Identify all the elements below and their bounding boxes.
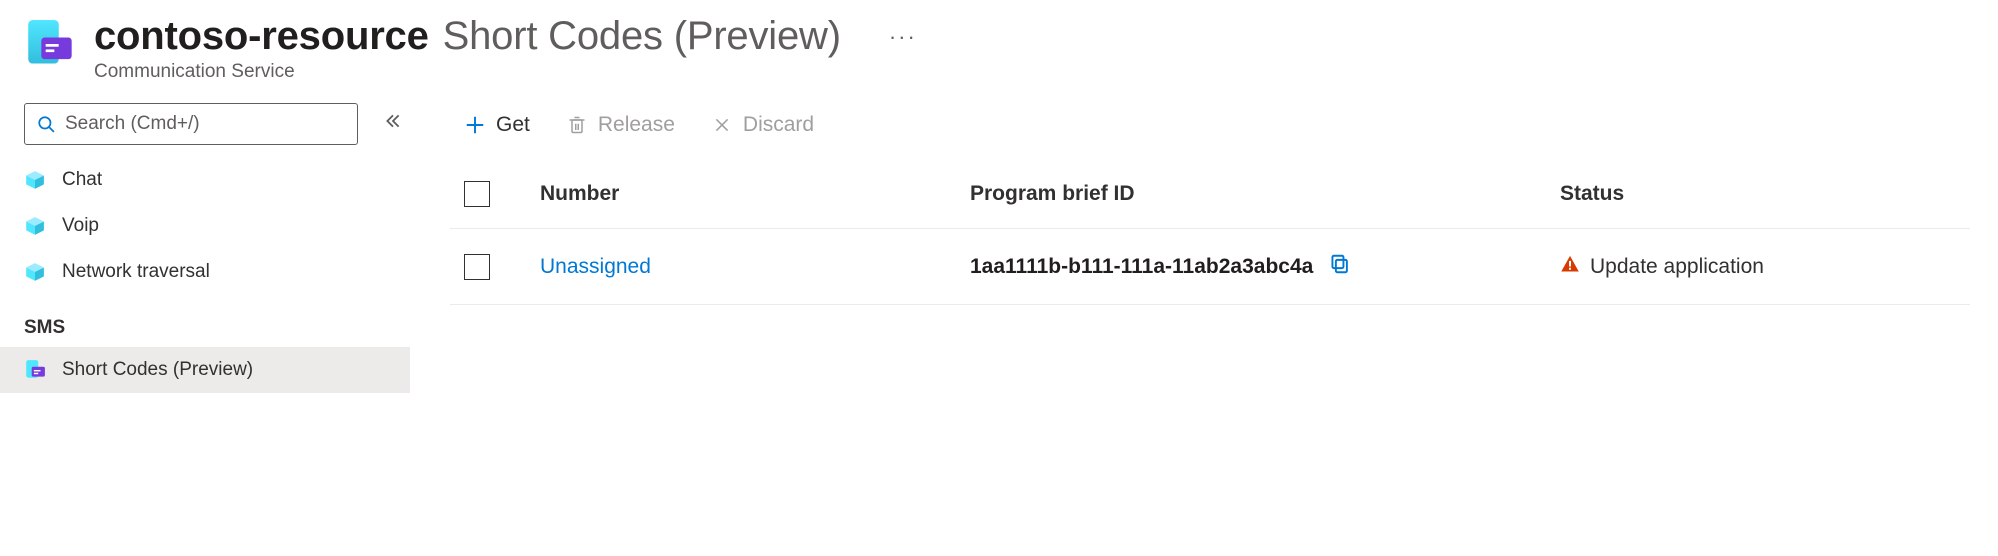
cube-icon — [24, 169, 46, 191]
command-bar: Get Release — [450, 91, 1998, 159]
short-codes-icon — [24, 359, 46, 381]
row-checkbox[interactable] — [464, 254, 490, 280]
command-label: Discard — [743, 113, 814, 137]
search-input[interactable] — [65, 113, 347, 135]
cube-icon — [24, 261, 46, 283]
resource-type-label: Communication Service — [94, 61, 927, 83]
command-label: Get — [496, 113, 530, 137]
warning-icon — [1560, 254, 1580, 280]
sidebar-item-label: Network traversal — [62, 261, 210, 283]
more-actions-button[interactable]: ··· — [879, 18, 927, 56]
column-header-brief[interactable]: Program brief ID — [970, 182, 1560, 206]
command-label: Release — [598, 113, 675, 137]
sidebar-item-voip[interactable]: Voip — [0, 203, 410, 249]
select-all-checkbox[interactable] — [464, 181, 490, 207]
sidebar-item-network-traversal[interactable]: Network traversal — [0, 249, 410, 295]
sidebar-search[interactable] — [24, 103, 358, 145]
collapse-sidebar-button[interactable] — [376, 108, 410, 140]
sidebar-section-sms: SMS — [0, 295, 410, 347]
trash-icon — [566, 114, 588, 136]
release-button: Release — [566, 113, 675, 137]
sidebar-item-label: Short Codes (Preview) — [62, 359, 253, 381]
close-icon — [711, 114, 733, 136]
number-link[interactable]: Unassigned — [540, 255, 651, 278]
sidebar: Chat Voip — [0, 91, 410, 393]
discard-button: Discard — [711, 113, 814, 137]
column-header-number[interactable]: Number — [540, 182, 970, 206]
communication-service-icon — [24, 18, 76, 70]
sidebar-item-label: Chat — [62, 169, 102, 191]
search-icon — [35, 113, 57, 135]
column-header-status[interactable]: Status — [1560, 182, 1956, 206]
cube-icon — [24, 215, 46, 237]
sidebar-item-short-codes[interactable]: Short Codes (Preview) — [0, 347, 410, 393]
status-text: Update application — [1590, 255, 1764, 279]
get-button[interactable]: Get — [464, 113, 530, 137]
sidebar-item-label: Voip — [62, 215, 99, 237]
copy-button[interactable] — [1329, 253, 1351, 281]
table-row: Unassigned 1aa1111b-b111-111a-11ab2a3abc… — [450, 229, 1970, 305]
resource-name: contoso-resource — [94, 14, 429, 59]
program-brief-id: 1aa1111b-b111-111a-11ab2a3abc4a — [970, 255, 1313, 279]
feature-title: Short Codes (Preview) — [443, 14, 841, 59]
plus-icon — [464, 114, 486, 136]
sidebar-item-chat[interactable]: Chat — [0, 157, 410, 203]
short-codes-table: Number Program brief ID Status Unassigne… — [450, 159, 1970, 305]
